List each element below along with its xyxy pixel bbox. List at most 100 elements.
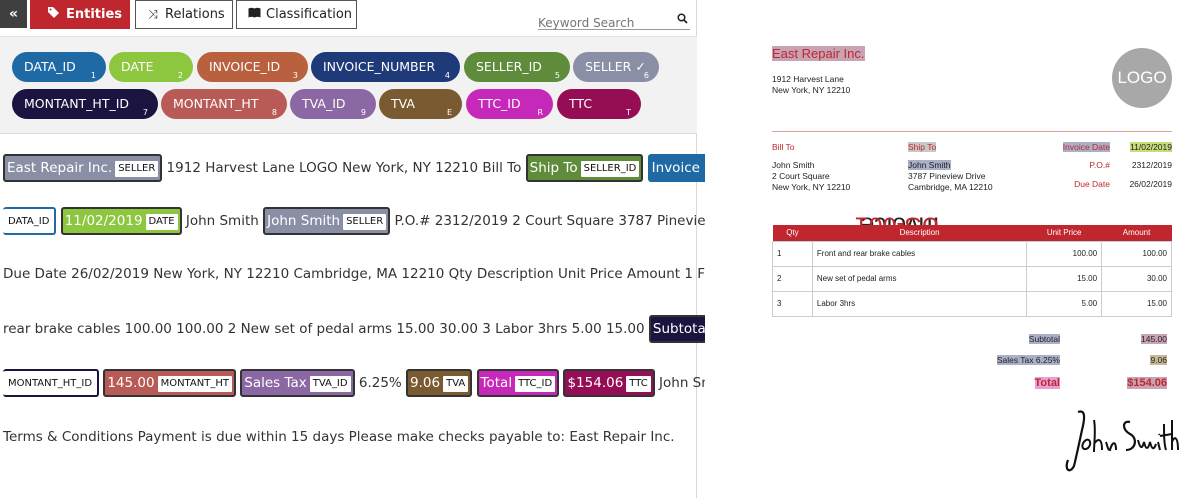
annotation-tag: TVA <box>443 376 469 392</box>
tab-classification[interactable]: Classification <box>236 0 357 29</box>
company-name: East Repair Inc. <box>772 46 865 61</box>
tab-entities[interactable]: Entities <box>30 0 130 29</box>
cell: 100.00 <box>1101 240 1172 267</box>
toolbar: « Entities ⤨ Relations Classification <box>0 0 697 33</box>
annotation-seller[interactable]: John Smith SELLER <box>263 207 391 235</box>
ship-to-text: Ship To <box>908 142 937 152</box>
text-line: DATA_ID 11/02/2019 DATE John Smith John S… <box>3 207 757 235</box>
label-key: 2 <box>177 71 183 80</box>
cell: 3 <box>772 290 813 317</box>
cell: Labor 3hrs <box>811 290 1028 317</box>
annotation-date[interactable]: 11/02/2019 DATE <box>60 207 182 235</box>
label-seller[interactable]: SELLER ✓ 6 <box>573 52 659 82</box>
annotation-tag: SELLER_ID <box>580 161 640 177</box>
label-tva[interactable]: TVA E <box>379 89 462 119</box>
label-invoice-id[interactable]: INVOICE_ID 3 <box>197 52 308 82</box>
label-bar: DATA_ID 1 DATE 2 INVOICE_ID 3 INVOICE_NUMBE… <box>0 36 697 134</box>
subtotal-value-text: 145.00 <box>1141 334 1167 344</box>
total-value-text: $154.06 <box>1127 377 1167 389</box>
text-line: Terms & Conditions Payment is due within… <box>3 429 675 445</box>
annotation-tag: SELLER <box>115 161 159 177</box>
annotation-seller[interactable]: East Repair Inc. SELLER <box>3 154 163 182</box>
annotation-tag: DATA_ID <box>5 214 53 230</box>
cell: 15.00 <box>1101 290 1172 317</box>
cell: 5.00 <box>1026 290 1103 317</box>
annotation-text: 145.00 <box>107 375 155 391</box>
total-label-text: Total <box>1034 377 1060 389</box>
label-name: MONTANT_HT <box>173 96 259 111</box>
label-seller-id[interactable]: SELLER_ID 5 <box>464 52 570 82</box>
bill-address: New York, NY 12210 <box>772 182 851 192</box>
subtotal-label-text: Subtotal <box>1028 334 1060 344</box>
text-line: Due Date 26/02/2019 New York, NY 12210 C… <box>3 266 762 282</box>
shuffle-icon: ⤨ <box>148 7 158 21</box>
cell: 2 <box>772 265 813 292</box>
label-name: TTC_ID <box>478 96 521 111</box>
annotation-seller-id[interactable]: Ship To SELLER_ID <box>525 154 644 182</box>
annotation-panel: « Entities ⤨ Relations Classification DAT… <box>0 0 761 498</box>
ship-to-label: Ship To <box>908 142 937 153</box>
annotation-montant-ht[interactable]: 145.00 MONTANT_HT <box>103 369 236 397</box>
tab-entities-label: Entities <box>66 7 123 22</box>
label-date[interactable]: DATE 2 <box>109 52 193 82</box>
table-row: 1 Front and rear brake cables 100.00 100… <box>772 240 1172 267</box>
label-name: INVOICE_NUMBER <box>323 59 436 74</box>
label-ttc[interactable]: TTC T <box>557 89 641 119</box>
company-address: 1912 Harvest Lane New York, NY 12210 <box>772 74 850 96</box>
annotation-data-id-end[interactable]: DATA_ID <box>3 207 57 235</box>
po-number: 2312/2019 <box>1131 160 1172 170</box>
annotation-ttc-id[interactable]: Total TTC_ID <box>476 369 560 397</box>
label-montant-ht[interactable]: MONTANT_HT 8 <box>161 89 287 119</box>
annotation-text: 9.06 <box>410 375 441 391</box>
invoice-title: Invoice US-001 <box>720 60 940 260</box>
annotation-tag: SELLER <box>343 214 387 230</box>
column-header: Unit Price <box>1026 225 1102 241</box>
total-label: Total <box>1005 377 1060 389</box>
annotation-montant-ht-id-end[interactable]: MONTANT_HT_ID <box>3 369 100 397</box>
annotation-tag: TTC_ID <box>515 376 556 392</box>
line-items-table: Qty Description Unit Price Amount 1 Fron… <box>772 225 1172 317</box>
label-name: MONTANT_HT_ID <box>24 96 130 111</box>
plain-text: 6.25% <box>354 375 407 391</box>
bill-name: John Smith <box>772 160 815 170</box>
sales-tax-label: Sales Tax 6.25% <box>975 355 1060 366</box>
label-ttc-id[interactable]: TTC_ID R <box>466 89 553 119</box>
label-key: 6 <box>643 71 649 80</box>
invoice-company: East Repair Inc. <box>772 46 865 61</box>
annotation-ttc[interactable]: $154.06 TTC <box>563 369 655 397</box>
label-key: 7 <box>142 108 148 117</box>
label-data-id[interactable]: DATA_ID 1 <box>12 52 106 82</box>
label-name: TVA <box>391 96 415 111</box>
total-value: $154.06 <box>1105 377 1167 389</box>
annotation-text: Subtotal <box>652 321 710 337</box>
label-montant-ht-id[interactable]: MONTANT_HT_ID 7 <box>12 89 158 119</box>
text-line: East Repair Inc. SELLER 1912 Harvest Lane… <box>3 154 739 182</box>
label-name: INVOICE_ID <box>209 59 281 74</box>
annotation-tag: MONTANT_HT_ID <box>5 376 96 392</box>
label-key: 9 <box>360 108 366 117</box>
annotation-text: Sales Tax <box>244 375 307 391</box>
invoice-date-label: Invoice Date <box>1050 142 1110 153</box>
search-input[interactable] <box>538 16 668 30</box>
label-key: 5 <box>554 71 560 80</box>
plain-text: 1912 Harvest Lane LOGO New York, NY 1221… <box>162 160 526 176</box>
invoice-preview: Invoice US-001 East Repair Inc. 1912 Har… <box>705 0 1200 498</box>
table-row: 2 New set of pedal arms 15.00 30.00 <box>772 265 1172 292</box>
annotation-montant-ht-id-start[interactable]: Subtotal <box>648 315 712 343</box>
column-header: Qty <box>772 225 813 241</box>
cell: Front and rear brake cables <box>811 240 1028 267</box>
annotation-tva[interactable]: 9.06 TVA <box>406 369 473 397</box>
annotation-text: $154.06 <box>567 375 624 391</box>
annotation-tva-id[interactable]: Sales Tax TVA_ID <box>240 369 355 397</box>
collapse-button[interactable]: « <box>0 0 27 28</box>
label-invoice-number[interactable]: INVOICE_NUMBER 4 <box>311 52 460 82</box>
label-name: SELLER_ID <box>476 59 542 74</box>
keyword-search <box>538 12 690 30</box>
label-tva-id[interactable]: TVA_ID 9 <box>290 89 376 119</box>
cell: 1 <box>772 240 813 267</box>
tab-relations-label: Relations <box>165 7 225 22</box>
po-label: P.O.# <box>1089 160 1110 170</box>
annotation-tag: DATE <box>145 214 178 230</box>
search-icon[interactable] <box>677 13 688 27</box>
tab-relations[interactable]: ⤨ Relations <box>135 0 233 29</box>
